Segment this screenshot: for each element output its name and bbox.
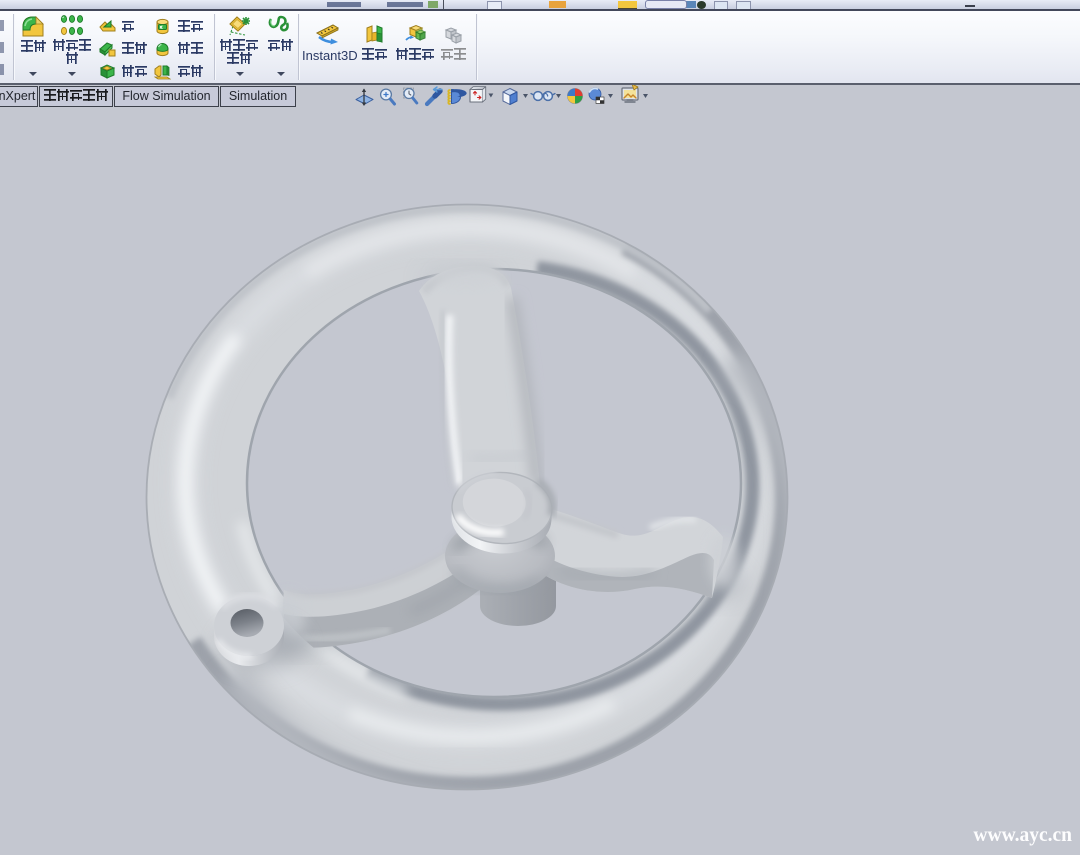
svg-text:www.ayc.cn: www.ayc.cn <box>973 825 1072 846</box>
